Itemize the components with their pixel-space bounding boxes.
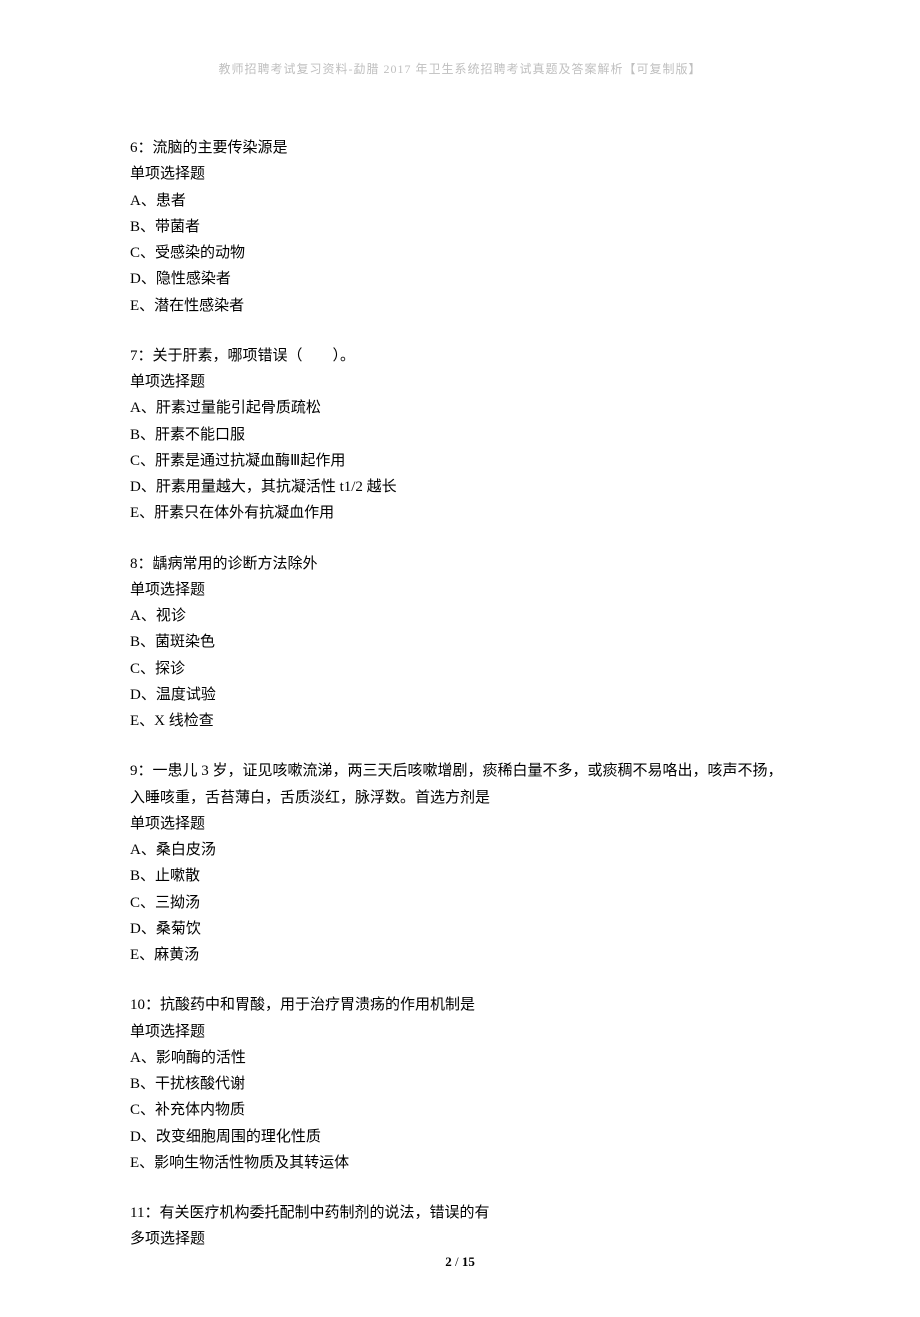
option-a: A、视诊 bbox=[130, 603, 790, 629]
content-body: 6：流脑的主要传染源是 单项选择题 A、患者 B、带菌者 C、受感染的动物 D、… bbox=[130, 135, 790, 1253]
option-c: C、三拗汤 bbox=[130, 890, 790, 916]
question-11: 11：有关医疗机构委托配制中药制剂的说法，错误的有 多项选择题 bbox=[130, 1200, 790, 1253]
option-e: E、X 线检查 bbox=[130, 708, 790, 734]
question-7: 7：关于肝素，哪项错误（ ）。 单项选择题 A、肝素过量能引起骨质疏松 B、肝素… bbox=[130, 343, 790, 527]
question-type: 单项选择题 bbox=[130, 811, 790, 837]
option-e: E、肝素只在体外有抗凝血作用 bbox=[130, 500, 790, 526]
option-c: C、肝素是通过抗凝血酶Ⅲ起作用 bbox=[130, 448, 790, 474]
option-d: D、桑菊饮 bbox=[130, 916, 790, 942]
option-c: C、补充体内物质 bbox=[130, 1097, 790, 1123]
question-stem: 10：抗酸药中和胃酸，用于治疗胃溃疡的作用机制是 bbox=[130, 992, 790, 1018]
option-e: E、影响生物活性物质及其转运体 bbox=[130, 1150, 790, 1176]
page-header: 教师招聘考试复习资料-勐腊 2017 年卫生系统招聘考试真题及答案解析【可复制版… bbox=[130, 60, 790, 77]
question-stem: 11：有关医疗机构委托配制中药制剂的说法，错误的有 bbox=[130, 1200, 790, 1226]
option-c: C、探诊 bbox=[130, 656, 790, 682]
option-a: A、影响酶的活性 bbox=[130, 1045, 790, 1071]
question-6: 6：流脑的主要传染源是 单项选择题 A、患者 B、带菌者 C、受感染的动物 D、… bbox=[130, 135, 790, 319]
question-stem: 6：流脑的主要传染源是 bbox=[130, 135, 790, 161]
question-10: 10：抗酸药中和胃酸，用于治疗胃溃疡的作用机制是 单项选择题 A、影响酶的活性 … bbox=[130, 992, 790, 1176]
option-a: A、桑白皮汤 bbox=[130, 837, 790, 863]
page-footer: 2 / 15 bbox=[0, 1254, 920, 1270]
option-c: C、受感染的动物 bbox=[130, 240, 790, 266]
option-e: E、潜在性感染者 bbox=[130, 293, 790, 319]
question-stem: 9：一患儿 3 岁，证见咳嗽流涕，两三天后咳嗽增剧，痰稀白量不多，或痰稠不易咯出… bbox=[130, 758, 790, 811]
option-d: D、改变细胞周围的理化性质 bbox=[130, 1124, 790, 1150]
option-d: D、肝素用量越大，其抗凝活性 t1/2 越长 bbox=[130, 474, 790, 500]
question-type: 多项选择题 bbox=[130, 1226, 790, 1252]
option-b: B、止嗽散 bbox=[130, 863, 790, 889]
option-d: D、隐性感染者 bbox=[130, 266, 790, 292]
option-b: B、肝素不能口服 bbox=[130, 422, 790, 448]
question-type: 单项选择题 bbox=[130, 161, 790, 187]
option-d: D、温度试验 bbox=[130, 682, 790, 708]
question-type: 单项选择题 bbox=[130, 1019, 790, 1045]
option-e: E、麻黄汤 bbox=[130, 942, 790, 968]
option-b: B、菌斑染色 bbox=[130, 629, 790, 655]
question-type: 单项选择题 bbox=[130, 369, 790, 395]
option-b: B、带菌者 bbox=[130, 214, 790, 240]
question-8: 8：龋病常用的诊断方法除外 单项选择题 A、视诊 B、菌斑染色 C、探诊 D、温… bbox=[130, 551, 790, 735]
question-stem: 7：关于肝素，哪项错误（ ）。 bbox=[130, 343, 790, 369]
option-b: B、干扰核酸代谢 bbox=[130, 1071, 790, 1097]
question-stem: 8：龋病常用的诊断方法除外 bbox=[130, 551, 790, 577]
question-type: 单项选择题 bbox=[130, 577, 790, 603]
question-9: 9：一患儿 3 岁，证见咳嗽流涕，两三天后咳嗽增剧，痰稀白量不多，或痰稠不易咯出… bbox=[130, 758, 790, 968]
page-number-total: 15 bbox=[462, 1254, 475, 1269]
option-a: A、患者 bbox=[130, 188, 790, 214]
page-number-sep: / bbox=[452, 1254, 462, 1269]
option-a: A、肝素过量能引起骨质疏松 bbox=[130, 395, 790, 421]
